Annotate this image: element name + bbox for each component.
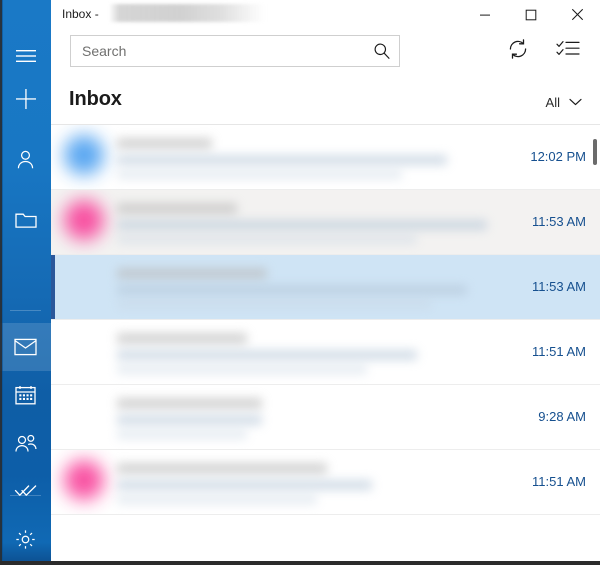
window-left-edge xyxy=(0,0,2,565)
hamburger-menu-button[interactable] xyxy=(0,32,51,80)
search-input[interactable] xyxy=(82,36,367,66)
message-timestamp: 9:28 AM xyxy=(538,409,586,424)
minimize-icon xyxy=(480,14,490,16)
message-timestamp: 12:02 PM xyxy=(530,149,586,164)
preview-redacted xyxy=(117,495,317,504)
sync-icon xyxy=(507,38,529,65)
message-list-header: Inbox All xyxy=(51,81,600,124)
close-icon xyxy=(571,8,583,21)
message-timestamp: 11:51 AM xyxy=(532,344,586,359)
scrollbar-thumb[interactable] xyxy=(593,138,597,165)
message-timestamp: 11:51 AM xyxy=(532,474,586,489)
person-icon xyxy=(15,149,36,170)
mail-icon xyxy=(14,338,37,356)
mail-app-window: Inbox - Search Inbox All 12:02 PM 11:53 … xyxy=(0,0,600,565)
nav-separator xyxy=(10,495,41,496)
filter-dropdown[interactable]: All xyxy=(546,91,582,113)
preview-redacted xyxy=(117,300,432,309)
search-icon[interactable] xyxy=(373,42,391,60)
selection-mode-button[interactable] xyxy=(551,34,585,68)
maximize-icon xyxy=(525,9,537,20)
navigation-rail xyxy=(0,0,51,565)
message-timestamp: 11:53 AM xyxy=(532,279,586,294)
preview-redacted xyxy=(117,430,247,439)
message-list-item[interactable]: 11:53 AM xyxy=(51,190,600,255)
subject-redacted xyxy=(117,155,447,165)
message-list[interactable]: 12:02 PM 11:53 AM 11:53 AM 11:51 AM 9:28 AM 1… xyxy=(51,125,600,561)
selected-row-accent-bar xyxy=(51,255,55,319)
message-list-item[interactable]: 11:51 AM xyxy=(51,450,600,515)
account-name-redacted xyxy=(110,4,265,22)
avatar xyxy=(64,200,104,240)
subject-redacted xyxy=(117,285,467,295)
header-divider xyxy=(51,124,600,125)
page-title: Inbox xyxy=(69,88,122,110)
tasks-check-icon xyxy=(14,483,38,499)
subject-redacted xyxy=(117,350,417,360)
subject-redacted xyxy=(117,480,372,490)
folders-button[interactable] xyxy=(0,195,51,243)
title-bar[interactable]: Inbox - xyxy=(51,0,600,29)
message-timestamp: 11:53 AM xyxy=(532,214,586,229)
sync-button[interactable] xyxy=(501,34,535,68)
avatar xyxy=(64,135,104,175)
calendar-icon xyxy=(15,385,36,405)
message-list-item[interactable]: 12:02 PM xyxy=(51,125,600,190)
new-mail-button[interactable] xyxy=(0,75,51,123)
nav-separator xyxy=(10,310,41,311)
maximize-button[interactable] xyxy=(508,0,554,29)
message-list-scrollbar[interactable] xyxy=(589,125,600,561)
hamburger-menu-icon xyxy=(15,49,36,63)
sender-redacted xyxy=(117,333,247,344)
sender-redacted xyxy=(117,138,212,149)
preview-redacted xyxy=(117,170,402,179)
sidebar-item-mail[interactable] xyxy=(0,323,51,371)
message-list-item[interactable]: 11:53 AM xyxy=(51,255,600,320)
sidebar-item-settings[interactable] xyxy=(0,515,51,563)
avatar xyxy=(64,460,104,500)
sidebar-item-calendar[interactable] xyxy=(0,371,51,419)
filter-label: All xyxy=(545,94,560,110)
people-icon xyxy=(14,434,38,453)
plus-icon xyxy=(15,89,36,109)
sender-redacted xyxy=(117,463,327,474)
preview-redacted xyxy=(117,365,367,374)
accounts-button[interactable] xyxy=(0,135,51,183)
search-toolbar xyxy=(51,29,600,81)
folder-icon xyxy=(14,210,37,229)
search-box[interactable] xyxy=(70,35,400,67)
message-list-item[interactable]: 11:51 AM xyxy=(51,320,600,385)
chevron-down-icon xyxy=(569,93,582,111)
sender-redacted xyxy=(117,203,237,214)
sender-redacted xyxy=(117,398,262,409)
preview-redacted xyxy=(117,235,417,244)
sidebar-item-tasks[interactable] xyxy=(0,467,51,515)
gear-icon xyxy=(15,529,36,550)
subject-redacted xyxy=(117,415,262,425)
window-bottom-edge xyxy=(0,561,600,565)
window-title: Inbox - xyxy=(62,7,99,21)
message-list-item[interactable]: 9:28 AM xyxy=(51,385,600,450)
close-button[interactable] xyxy=(554,0,600,29)
subject-redacted xyxy=(117,220,487,230)
sidebar-item-people[interactable] xyxy=(0,419,51,467)
selection-mode-icon xyxy=(556,39,580,63)
sender-redacted xyxy=(117,268,267,279)
minimize-button[interactable] xyxy=(462,0,508,29)
